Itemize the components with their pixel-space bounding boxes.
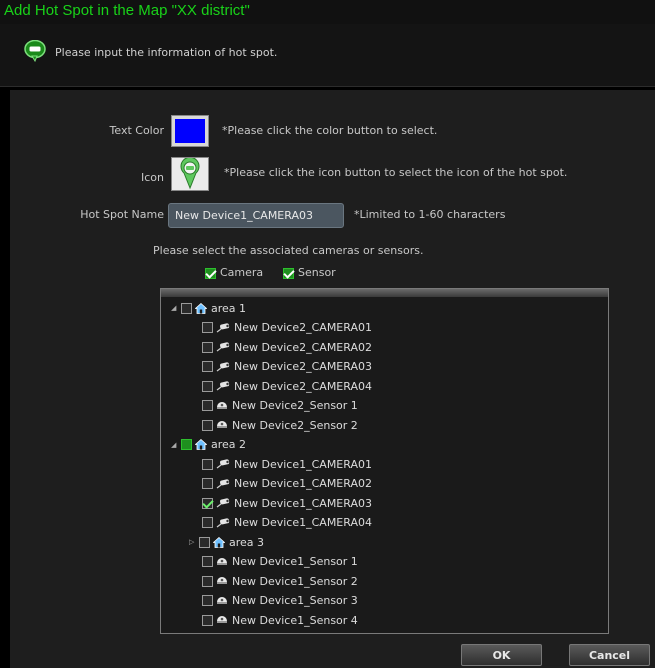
text-color-label: Text Color (109, 124, 164, 137)
sensor-icon (216, 401, 228, 411)
tree-item-checkbox[interactable] (202, 322, 213, 333)
camera-icon (216, 517, 230, 528)
device-tree[interactable]: ◢ area 1 New Device2_CAMERA01 New Device2_C… (160, 288, 609, 634)
tree-item-checkbox[interactable] (202, 575, 213, 587)
tree-device-item[interactable]: New Device1_Sensor 2 (202, 572, 358, 590)
sensor-filter-label: Sensor (298, 266, 336, 279)
color-swatch (175, 119, 205, 143)
tree-item-checkbox[interactable] (202, 517, 213, 528)
text-color-button[interactable] (171, 115, 209, 147)
map-pin-icon (180, 156, 200, 190)
tree-device-item[interactable]: New Device2_Sensor 1 (202, 397, 358, 415)
tree-item-label: New Device1_Sensor 3 (232, 594, 358, 607)
camera-icon (216, 342, 230, 352)
tree-item-checkbox[interactable] (202, 614, 213, 626)
tree-item-label: New Device1_CAMERA04 (234, 516, 372, 529)
camera-filter-checkbox[interactable] (205, 267, 216, 279)
camera-icon (216, 381, 230, 391)
tree-item-label: New Device1_Sensor 2 (232, 574, 358, 588)
camera-icon (216, 322, 230, 333)
divider (0, 86, 655, 87)
tree-device-item[interactable]: New Device1_CAMERA02 (202, 475, 372, 493)
expand-arrow-icon[interactable]: ◢ (171, 304, 181, 312)
icon-label: Icon (141, 171, 164, 184)
tree-device-item[interactable]: New Device1_CAMERA03 (202, 494, 372, 512)
expand-arrow-icon[interactable]: ◢ (171, 441, 181, 449)
tree-device-item[interactable]: New Device2_CAMERA01 (202, 319, 372, 337)
icon-select-button[interactable] (171, 156, 209, 191)
cancel-button[interactable]: Cancel (569, 644, 650, 666)
icon-note: *Please click the icon button to select … (224, 166, 568, 179)
associate-prompt: Please select the associated cameras or … (153, 244, 424, 257)
tree-item-label: New Device2_Sensor 2 (232, 418, 358, 432)
tree-item-checkbox[interactable] (199, 536, 210, 548)
house-icon (212, 536, 226, 548)
ok-button[interactable]: OK (461, 644, 542, 666)
tree-item-checkbox[interactable] (202, 458, 213, 470)
tree-item-label: New Device1_CAMERA03 (234, 496, 372, 510)
hint-text: Please input the information of hot spot… (55, 46, 278, 59)
title-bar: Add Hot Spot in the Map "XX district" (0, 0, 655, 24)
tree-device-item[interactable]: New Device1_CAMERA01 (202, 455, 372, 473)
collapse-arrow-icon[interactable]: ▷ (189, 538, 199, 546)
tree-item-label: area 2 (211, 438, 247, 451)
sensor-icon (216, 615, 228, 625)
tree-item-checkbox[interactable] (202, 380, 213, 392)
tree-area-item[interactable]: ◢ area 1 (171, 299, 246, 317)
sensor-icon (216, 420, 228, 430)
tree-item-checkbox[interactable] (181, 439, 192, 450)
tree-area-item[interactable]: ▷ area 3 (189, 533, 264, 551)
hot-spot-name-input[interactable] (168, 203, 344, 228)
tree-device-item[interactable]: New Device1_Sensor 1 (202, 553, 358, 571)
tree-item-checkbox[interactable] (202, 341, 213, 353)
tree-device-item[interactable]: New Device1_CAMERA04 (202, 514, 372, 532)
tree-item-checkbox[interactable] (202, 478, 213, 489)
tree-item-label: New Device2_CAMERA01 (234, 321, 372, 334)
tree-header-bar (161, 289, 608, 297)
tree-device-item[interactable]: New Device2_CAMERA02 (202, 338, 372, 356)
house-icon (194, 302, 208, 314)
sensor-icon (216, 596, 228, 606)
tree-item-checkbox[interactable] (202, 419, 213, 431)
tree-item-label: New Device1_CAMERA02 (234, 477, 372, 490)
tree-item-label: New Device2_Sensor 1 (232, 399, 358, 412)
name-limit-note: *Limited to 1-60 characters (354, 208, 506, 221)
tree-device-item[interactable]: New Device1_Sensor 4 (202, 611, 358, 629)
sensor-icon (216, 557, 228, 567)
tree-device-item[interactable]: New Device2_Sensor 2 (202, 416, 358, 434)
sensor-filter[interactable]: Sensor (283, 266, 336, 279)
tree-item-label: New Device2_CAMERA04 (234, 379, 372, 393)
camera-icon (216, 361, 230, 372)
tree-area-item[interactable]: ◢ area 2 (171, 436, 246, 454)
tree-device-item[interactable]: New Device1_Sensor 3 (202, 592, 358, 610)
tree-item-checkbox[interactable] (202, 556, 213, 567)
camera-icon (216, 498, 230, 508)
tree-device-item[interactable]: New Device2_CAMERA03 (202, 358, 372, 376)
camera-icon (216, 459, 230, 469)
window-title: Add Hot Spot in the Map "XX district" (4, 2, 250, 19)
camera-filter[interactable]: Camera (205, 266, 263, 279)
camera-icon (216, 478, 230, 489)
house-icon (194, 438, 208, 450)
tree-item-label: area 3 (229, 535, 265, 549)
sensor-filter-checkbox[interactable] (283, 267, 294, 279)
tree-device-item[interactable]: New Device2_CAMERA04 (202, 377, 372, 395)
tree-item-checkbox[interactable] (181, 302, 192, 314)
tree-item-checkbox[interactable] (202, 400, 213, 411)
speech-bubble-icon (24, 39, 46, 66)
tree-item-label: New Device2_CAMERA03 (234, 360, 372, 373)
text-color-note: *Please click the color button to select… (222, 124, 438, 137)
tree-item-label: area 1 (211, 301, 247, 315)
tree-item-label: New Device2_CAMERA02 (234, 340, 372, 354)
tree-item-checkbox[interactable] (202, 595, 213, 606)
camera-filter-label: Camera (220, 266, 264, 279)
tree-item-checkbox[interactable] (202, 361, 213, 372)
hot-spot-name-label: Hot Spot Name (80, 208, 164, 221)
sensor-icon (216, 576, 228, 586)
tree-item-label: New Device1_Sensor 4 (232, 613, 358, 627)
tree-item-checkbox[interactable] (202, 497, 213, 509)
tree-item-label: New Device1_Sensor 1 (232, 555, 358, 568)
tree-item-label: New Device1_CAMERA01 (234, 457, 372, 471)
